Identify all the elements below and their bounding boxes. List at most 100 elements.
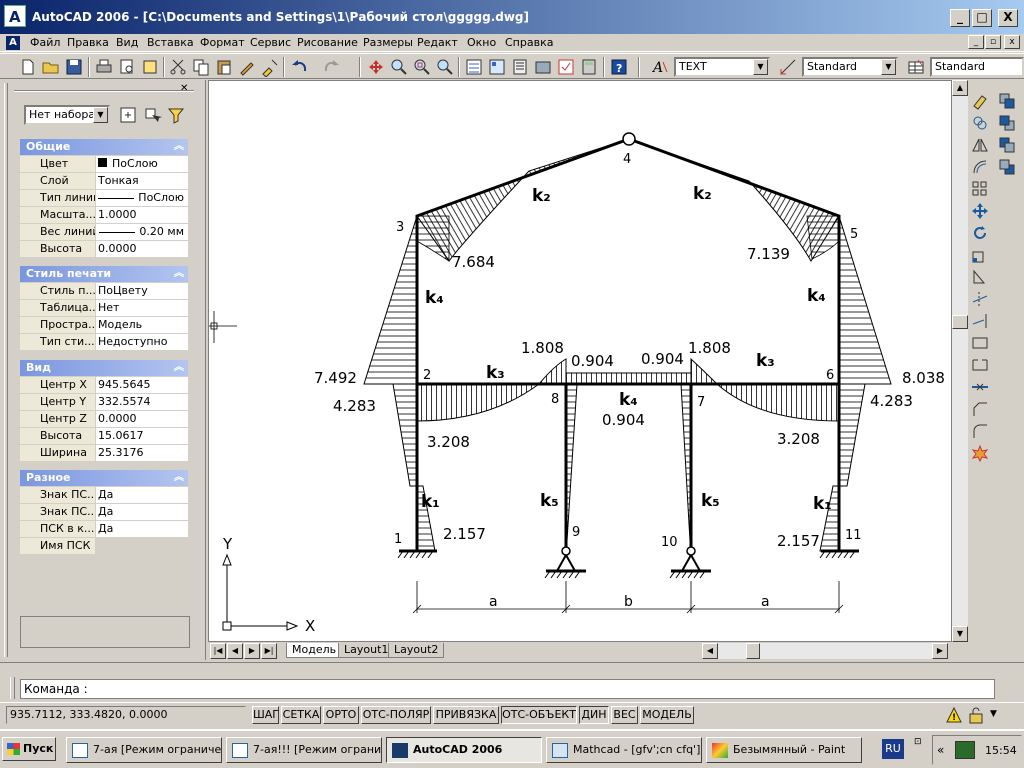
scroll-right-button[interactable]: ▶ [932,643,948,659]
open-folder-icon[interactable] [41,57,61,77]
prop-row[interactable]: Ширина 25.3176 [20,445,188,462]
prop-value-color[interactable]: ПоСлою [96,156,188,172]
prop-value[interactable]: ПоЦвету [96,283,188,299]
doc-restore-button[interactable]: ▫ [985,35,1001,49]
menu-file[interactable]: Файл [30,36,60,49]
quick-select-icon[interactable] [166,105,186,125]
prop-value[interactable]: Нет [96,300,188,316]
prop-value[interactable]: Модель [96,317,188,333]
prop-row[interactable]: Вес линий 0.20 мм [20,224,188,241]
print-icon[interactable] [94,57,114,77]
break-at-point-icon[interactable] [971,334,989,352]
language-options-icon[interactable]: ⊡ [914,737,922,747]
tool-palettes-icon[interactable] [510,57,530,77]
menu-tools[interactable]: Сервис [250,36,291,49]
prop-value[interactable]: 332.5574 [96,394,188,410]
tab-first-button[interactable]: |◀ [210,643,226,659]
collapse-chevron-icon[interactable]: ︽ [174,266,184,282]
save-icon[interactable] [64,57,84,77]
scroll-up-button[interactable]: ▲ [952,80,968,96]
prop-row[interactable]: Простра... Модель [20,317,188,334]
prop-value-linetype[interactable]: ПоСлою [96,190,188,206]
prop-value[interactable]: 0.0000 [96,241,188,257]
table-style-select[interactable]: Standard [930,57,1024,77]
menu-insert[interactable]: Вставка [147,36,194,49]
block-editor-icon[interactable] [260,57,280,78]
minimize-button[interactable]: _ [950,9,970,27]
command-grip[interactable] [10,677,15,699]
language-indicator[interactable]: RU [882,739,904,759]
chamfer-icon[interactable] [971,400,989,418]
task-autocad[interactable]: AutoCAD 2006 [386,737,542,763]
horizontal-scroll-thumb[interactable] [746,643,760,659]
prop-value[interactable]: Тонкая [96,173,188,189]
publish-icon[interactable] [140,57,160,77]
status-menu-chevron-icon[interactable]: ▼ [990,709,997,719]
menu-modify[interactable]: Редакт [417,36,458,49]
scale-icon[interactable] [971,246,989,264]
erase-icon[interactable] [971,92,989,110]
draw-order-above-icon[interactable] [998,136,1016,154]
close-icon[interactable]: ✕ [180,83,188,94]
ortho-toggle[interactable]: ОРТО [323,706,359,724]
prop-row[interactable]: ПСК в к... Да [20,521,188,538]
table-style-icon[interactable] [906,57,926,77]
tab-model[interactable]: Модель [286,643,343,658]
draw-order-back-icon[interactable] [998,114,1016,132]
prop-value[interactable]: Недоступно [96,334,188,350]
menu-format[interactable]: Формат [200,36,245,49]
collapse-chevron-icon[interactable]: ︽ [174,139,184,155]
join-icon[interactable] [971,378,989,396]
tab-next-button[interactable]: ▶ [244,643,260,659]
prop-value[interactable]: 945.5645 [96,377,188,393]
zoom-previous-icon[interactable] [435,57,455,77]
draw-order-under-icon[interactable] [998,158,1016,176]
fillet-icon[interactable] [971,422,989,440]
prop-row[interactable]: Тип линий ПоСлою [20,190,188,207]
communication-center-icon[interactable]: ! [944,706,964,724]
menu-dimension[interactable]: Размеры [363,36,413,49]
dimension-style-icon[interactable] [778,57,798,77]
tray-expand-icon[interactable]: « [937,743,944,757]
prop-value[interactable] [96,538,188,554]
section-general[interactable]: Общие ︽ [20,139,188,155]
trim-icon[interactable] [971,290,989,308]
dyn-toggle[interactable]: ДИН [579,706,609,724]
prop-value[interactable]: 0.0000 [96,411,188,427]
tab-last-button[interactable]: ▶| [261,643,277,659]
doc-close-button[interactable]: x [1004,35,1020,49]
close-button[interactable]: X [998,9,1018,27]
pan-realtime-icon[interactable] [366,57,386,77]
prop-value[interactable]: Да [96,487,188,503]
cut-icon[interactable] [168,57,188,77]
sheet-set-icon[interactable] [533,57,553,77]
draw-order-front-icon[interactable] [998,92,1016,110]
text-style-icon[interactable]: A [650,57,670,77]
clock[interactable]: 15:54 [985,744,1017,757]
autocad-app-icon[interactable] [4,5,26,27]
section-view[interactable]: Вид ︽ [20,360,188,376]
tab-prev-button[interactable]: ◀ [227,643,243,659]
prop-row[interactable]: Таблица... Нет [20,300,188,317]
stretch-icon[interactable] [971,268,989,286]
menu-draw[interactable]: Рисование [297,36,358,49]
lwt-toggle[interactable]: ВЕС [611,706,638,724]
doc-minimize-button[interactable]: _ [968,35,984,49]
menu-view[interactable]: Вид [116,36,138,49]
copy-icon[interactable] [191,57,211,77]
array-icon[interactable] [971,180,989,198]
calculator-icon[interactable] [579,57,599,77]
mirror-icon[interactable] [971,136,989,154]
command-input[interactable]: Команда : [20,679,995,699]
vertical-scrollbar[interactable]: ▲ ▼ [952,80,968,642]
section-misc[interactable]: Разное ︽ [20,470,188,486]
prop-value[interactable]: 15.0617 [96,428,188,444]
chevron-down-icon[interactable]: ▼ [93,107,108,123]
offset-icon[interactable] [971,158,989,176]
maximize-button[interactable]: □ [972,9,992,27]
section-plot-style[interactable]: Стиль печати ︽ [20,266,188,282]
prop-row[interactable]: Знак ПС... Да [20,504,188,521]
print-preview-icon[interactable] [117,57,137,77]
network-icon[interactable] [955,741,975,759]
prop-row[interactable]: Центр Y 332.5574 [20,394,188,411]
